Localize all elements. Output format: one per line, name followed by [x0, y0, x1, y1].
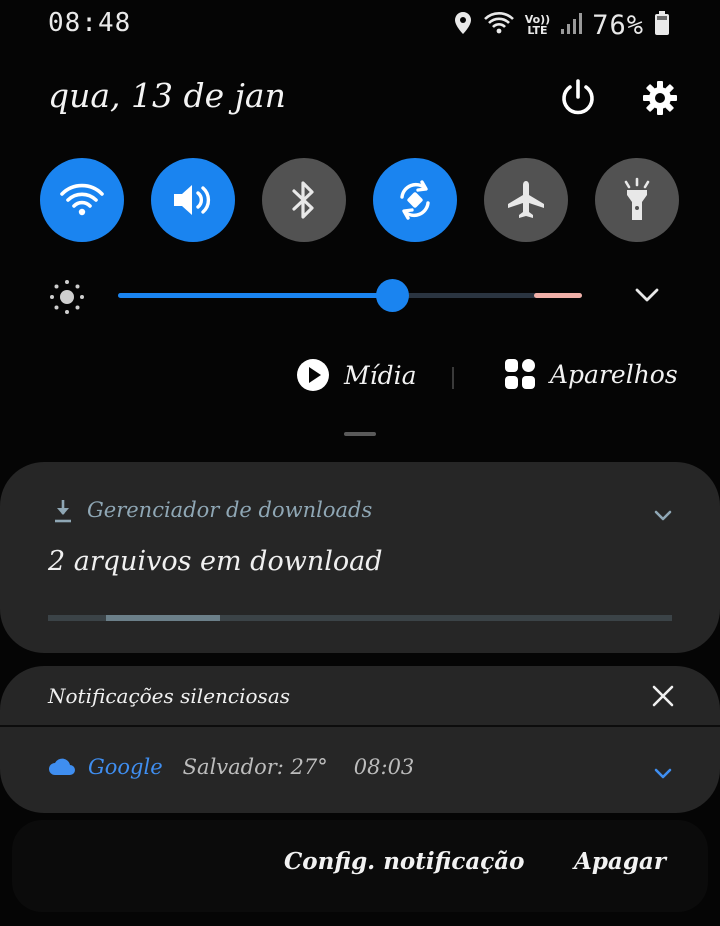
devices-label: Aparelhos: [550, 359, 678, 389]
brightness-high-zone: [534, 293, 582, 298]
media-label: Mídia: [344, 360, 417, 390]
sound-tile[interactable]: [151, 158, 235, 242]
airplane-icon: [508, 181, 544, 218]
devices-grid-icon: [505, 359, 535, 389]
volte-indicator: Vo)) LTE: [525, 14, 551, 36]
download-body-text: 2 arquivos em download: [48, 546, 383, 577]
brightness-slider-thumb[interactable]: [376, 279, 409, 312]
download-app-name: Gerenciador de downloads: [87, 498, 373, 522]
brightness-icon: [48, 278, 86, 320]
google-notification-row[interactable]: Google Salvador: 27° 08:03: [48, 755, 414, 779]
settings-icon[interactable]: [638, 76, 682, 120]
wifi-icon: [483, 10, 515, 40]
battery-percentage: 76%: [592, 9, 644, 41]
signal-icon: [560, 11, 583, 39]
flashlight-tile[interactable]: [595, 158, 679, 242]
wifi-tile[interactable]: [40, 158, 124, 242]
location-icon: [453, 11, 473, 39]
silent-notifications-title: Notificações silenciosas: [48, 684, 291, 708]
bluetooth-tile[interactable]: [262, 158, 346, 242]
bluetooth-icon: [292, 181, 314, 219]
battery-icon: [654, 10, 670, 40]
google-expand-chevron-icon[interactable]: [650, 762, 676, 788]
volume-icon: [174, 185, 211, 215]
auto-rotate-icon: [400, 180, 430, 220]
date-label: qua, 13 de jan: [48, 76, 286, 115]
google-weather-text: Salvador: 27°: [182, 755, 328, 779]
download-progress-fill: [106, 615, 220, 621]
flashlight-icon: [624, 177, 650, 220]
expand-chevron-icon[interactable]: [632, 282, 662, 312]
google-time: 08:03: [353, 755, 415, 779]
notification-settings-button[interactable]: Config. notificação: [284, 848, 525, 875]
download-icon: [52, 498, 74, 528]
airplane-tile[interactable]: [484, 158, 568, 242]
media-button[interactable]: Mídia: [296, 358, 417, 392]
panel-drag-handle[interactable]: [344, 432, 376, 436]
auto-rotate-tile[interactable]: [373, 158, 457, 242]
silent-divider: [0, 725, 720, 727]
google-app-name: Google: [88, 755, 163, 779]
cloud-icon: [49, 758, 75, 775]
download-expand-chevron-icon[interactable]: [650, 504, 676, 530]
power-icon[interactable]: [556, 76, 600, 120]
lte-label: LTE: [527, 24, 548, 37]
brightness-fill: [118, 293, 392, 298]
status-time: 08:48: [48, 8, 132, 38]
devices-button[interactable]: Aparelhos: [504, 358, 678, 390]
wifi-icon: [60, 183, 104, 216]
media-separator: [452, 367, 454, 389]
status-icons: Vo)) LTE 76%: [453, 8, 670, 42]
play-icon: [297, 359, 329, 391]
close-icon[interactable]: [650, 683, 676, 713]
clear-all-button[interactable]: Apagar: [574, 848, 666, 875]
